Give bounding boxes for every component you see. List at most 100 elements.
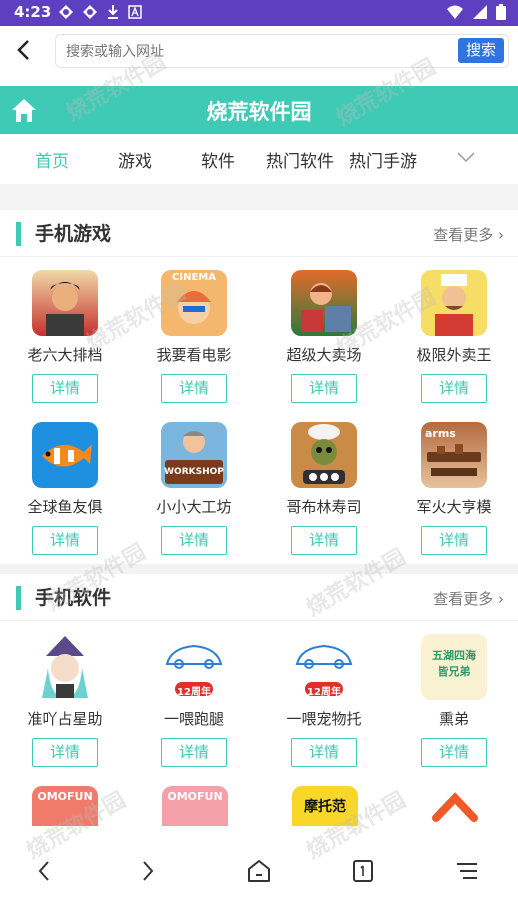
section-title: 手机软件 (35, 587, 112, 609)
status-bar: 4:23 (0, 0, 518, 26)
wifi-icon (447, 5, 463, 19)
home-icon[interactable] (244, 856, 274, 886)
app-icon-text: arms (425, 427, 456, 440)
section-divider (0, 564, 518, 574)
app-icon-text: OMOFUN (37, 790, 93, 803)
view-more-label: 查看更多 (433, 226, 494, 244)
tab-software[interactable]: 软件 (201, 147, 235, 172)
details-button[interactable]: 详情 (291, 374, 357, 403)
app-item[interactable]: 极限外卖王 详情 (389, 270, 518, 403)
section-accent-bar (16, 222, 21, 246)
section-header-software: 手机软件 查看更多 › (0, 574, 518, 621)
category-nav: 首页 游戏 软件 热门软件 热门手游 (0, 134, 518, 184)
app-icon-text: 摩托范 (304, 799, 346, 815)
app-name: 极限外卖王 (416, 346, 492, 364)
view-more-link[interactable]: 查看更多 › (433, 224, 504, 245)
tab-games[interactable]: 游戏 (118, 147, 152, 172)
app-icon: 12周年 (161, 634, 227, 700)
back-icon[interactable] (30, 856, 60, 886)
app-name: 全球鱼友俱 (27, 498, 103, 516)
forward-icon[interactable] (132, 856, 162, 886)
details-button[interactable]: 详情 (161, 738, 227, 767)
chevron-down-icon[interactable] (456, 150, 476, 164)
section-accent-bar (16, 586, 21, 610)
sync-icon-2 (83, 5, 97, 19)
details-button[interactable]: 详情 (32, 738, 98, 767)
search-button[interactable]: 搜索 (458, 38, 504, 63)
app-icon-partial[interactable] (422, 786, 488, 826)
status-time: 4:23 (14, 3, 52, 21)
app-icon (32, 422, 98, 488)
app-icon (32, 270, 98, 336)
details-button[interactable]: 详情 (421, 738, 487, 767)
app-item[interactable]: arms 军火大亨模 详情 (389, 422, 518, 555)
app-icon-text: 五湖四海 皆兄弟 (432, 649, 476, 678)
app-name: 熏弟 (438, 710, 469, 728)
search-box: 搜索 (55, 34, 509, 68)
section-divider (0, 184, 518, 210)
app-name: 我要看电影 (156, 346, 232, 364)
details-button[interactable]: 详情 (421, 374, 487, 403)
app-icon (421, 270, 487, 336)
sync-icon (59, 5, 73, 19)
app-item[interactable]: 老六大排档 详情 (0, 270, 130, 403)
details-button[interactable]: 详情 (161, 526, 227, 555)
view-more-link[interactable]: 查看更多 › (433, 588, 504, 609)
app-icon-text: OMOFUN (167, 790, 223, 803)
chevron-right-icon: › (498, 590, 504, 608)
app-icon: 12周年 (291, 634, 357, 700)
details-button[interactable]: 详情 (32, 374, 98, 403)
app-icon-partial[interactable]: OMOFUN (162, 786, 228, 826)
details-button[interactable]: 详情 (32, 526, 98, 555)
section-header-games: 手机游戏 查看更多 › (0, 210, 518, 257)
app-icon-text: 12周年 (307, 687, 341, 698)
signal-icon (473, 5, 487, 19)
app-icon-text: 12周年 (177, 687, 211, 698)
app-icon-partial[interactable]: OMOFUN (32, 786, 98, 826)
app-name: 准吖占星助 (27, 710, 103, 728)
address-bar: 搜索 (0, 26, 518, 74)
notification-icons (58, 4, 142, 20)
details-button[interactable]: 详情 (291, 738, 357, 767)
app-icon: CINEMA (161, 270, 227, 336)
tab-hot-mobile-games[interactable]: 热门手游 (349, 147, 417, 172)
tabs-icon[interactable] (348, 856, 378, 886)
back-arrow-icon[interactable] (10, 36, 38, 64)
app-item[interactable]: 准吖占星助 详情 (0, 634, 130, 767)
details-button[interactable]: 详情 (421, 526, 487, 555)
tab-hot-software[interactable]: 热门软件 (266, 147, 334, 172)
app-icon: WORKSHOP (161, 422, 227, 488)
menu-icon[interactable] (452, 856, 482, 886)
app-name: 一喂跑腿 (163, 710, 224, 728)
view-more-label: 查看更多 (433, 590, 494, 608)
app-icon-text: WORKSHOP (164, 467, 224, 477)
details-button[interactable]: 详情 (291, 526, 357, 555)
app-icon (32, 634, 98, 700)
details-button[interactable]: 详情 (161, 374, 227, 403)
download-icon (108, 5, 118, 19)
app-icon-partial[interactable]: 摩托范 (292, 786, 358, 826)
app-icon-text: CINEMA (172, 272, 216, 283)
app-name: 超级大卖场 (286, 346, 362, 364)
keyboard-a-icon (128, 5, 142, 19)
app-item[interactable]: 12周年 一喂跑腿 详情 (129, 634, 259, 767)
section-title: 手机游戏 (35, 223, 112, 245)
browser-toolbar (0, 826, 518, 922)
app-item[interactable]: 全球鱼友俱 详情 (0, 422, 130, 555)
app-item[interactable]: CINEMA 我要看电影 详情 (129, 270, 259, 403)
app-item[interactable]: 五湖四海 皆兄弟 熏弟 详情 (389, 634, 518, 767)
search-input[interactable] (64, 40, 448, 64)
tab-home[interactable]: 首页 (35, 147, 69, 172)
app-icon (291, 422, 357, 488)
app-name: 军火大亨模 (416, 498, 492, 516)
house-logo-icon (432, 792, 478, 822)
site-header: 烧荒软件园 (0, 86, 518, 134)
app-item[interactable]: WORKSHOP 小小大工坊 详情 (129, 422, 259, 555)
app-item[interactable]: 哥布林寿司 详情 (259, 422, 389, 555)
app-item[interactable]: 12周年 一喂宠物托 详情 (259, 634, 389, 767)
app-item[interactable]: 超级大卖场 详情 (259, 270, 389, 403)
app-name: 小小大工坊 (156, 498, 232, 516)
app-icon (291, 270, 357, 336)
app-name: 一喂宠物托 (286, 710, 362, 728)
chevron-right-icon: › (498, 226, 504, 244)
